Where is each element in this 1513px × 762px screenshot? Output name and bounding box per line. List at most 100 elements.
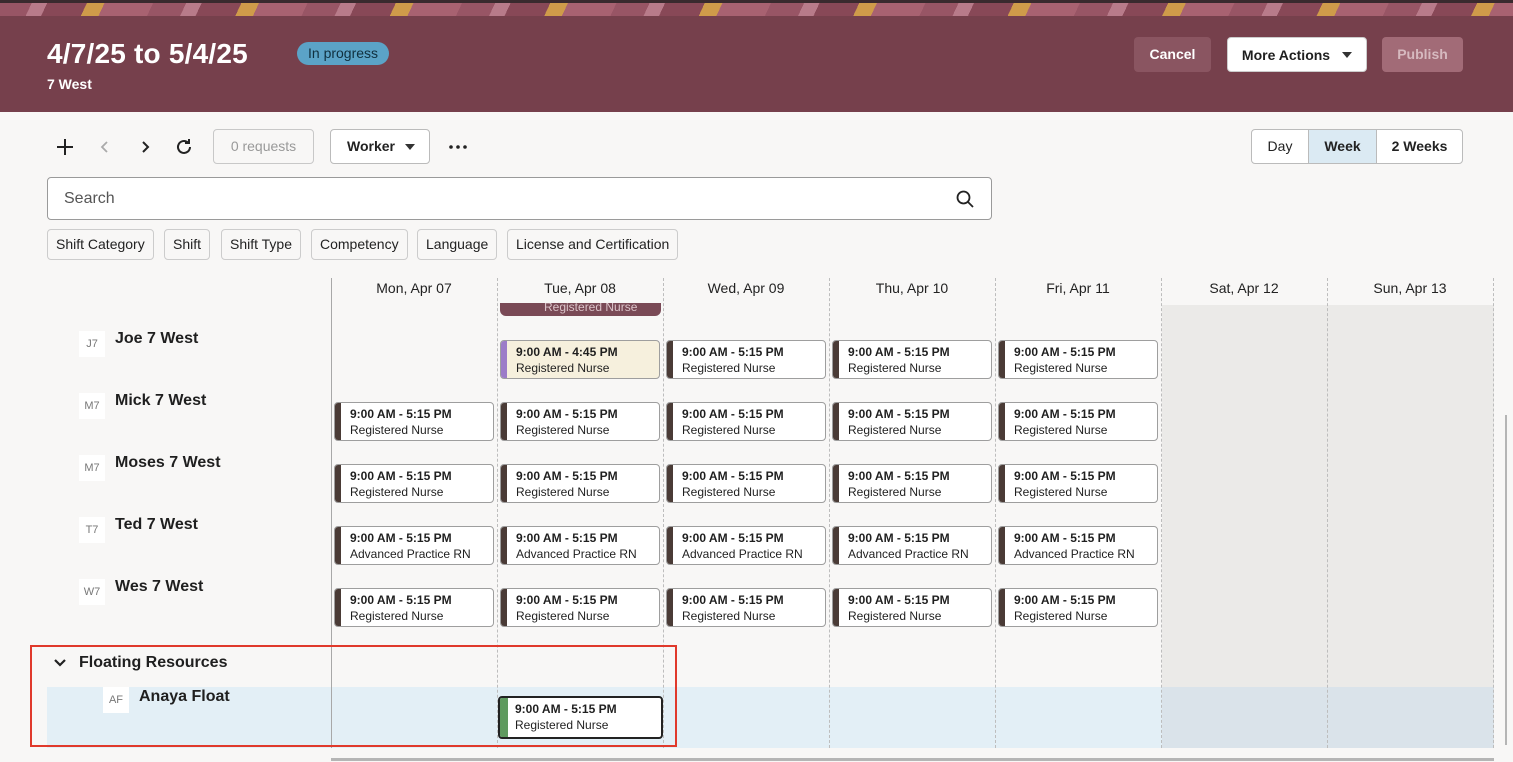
shift-role: Registered Nurse xyxy=(516,485,610,499)
caret-down-icon xyxy=(405,144,415,150)
shift-color-bar xyxy=(667,589,673,626)
worker-name[interactable]: Ted 7 West xyxy=(115,516,198,534)
shift-card[interactable]: 9:00 AM - 5:15 PM Advanced Practice RN xyxy=(500,526,660,565)
shift-card[interactable]: 9:00 AM - 5:15 PM Registered Nurse xyxy=(500,464,660,503)
shift-role: Registered Nurse xyxy=(516,609,610,623)
plus-icon[interactable] xyxy=(53,135,77,159)
shift-card[interactable]: 9:00 AM - 5:15 PM Registered Nurse xyxy=(334,588,494,627)
shift-time: 9:00 AM - 5:15 PM xyxy=(516,593,618,607)
more-horizontal-icon[interactable] xyxy=(446,135,470,159)
publish-button[interactable]: Publish xyxy=(1382,37,1463,72)
worker-name[interactable]: Moses 7 West xyxy=(115,454,221,472)
shift-role: Registered Nurse xyxy=(1014,485,1108,499)
shift-card[interactable]: 9:00 AM - 5:15 PM Registered Nurse xyxy=(500,402,660,441)
shift-card[interactable]: 9:00 AM - 5:15 PM Registered Nurse xyxy=(666,588,826,627)
avatar: J7 xyxy=(79,331,105,357)
filter-language[interactable]: Language xyxy=(417,229,498,260)
shift-time: 9:00 AM - 5:15 PM xyxy=(1014,469,1116,483)
shift-color-bar xyxy=(501,527,507,564)
shift-time: 9:00 AM - 5:15 PM xyxy=(350,407,452,421)
view-2weeks-button[interactable]: 2 Weeks xyxy=(1376,129,1463,164)
shift-card[interactable]: 9:00 AM - 4:45 PM Registered Nurse xyxy=(500,340,660,379)
shift-card[interactable]: 9:00 AM - 5:15 PM Registered Nurse xyxy=(666,402,826,441)
shift-color-bar xyxy=(335,465,341,502)
shift-card[interactable]: 9:00 AM - 5:15 PM Registered Nurse xyxy=(998,402,1158,441)
shift-card[interactable]: 9:00 AM - 5:15 PM Registered Nurse xyxy=(832,402,992,441)
shift-color-bar xyxy=(501,465,507,502)
worker-name[interactable]: Joe 7 West xyxy=(115,330,198,348)
shift-card[interactable]: 9:00 AM - 5:15 PM Advanced Practice RN xyxy=(334,526,494,565)
search-box xyxy=(47,177,992,220)
shift-time: 9:00 AM - 5:15 PM xyxy=(682,345,784,359)
day-header: Tue, Apr 08 xyxy=(544,280,616,296)
filter-shift-type[interactable]: Shift Type xyxy=(221,229,302,260)
shift-card[interactable]: 9:00 AM - 5:15 PM Registered Nurse xyxy=(832,464,992,503)
column-divider xyxy=(995,278,996,748)
chevron-left-icon[interactable] xyxy=(93,135,117,159)
filter-license-certification[interactable]: License and Certification xyxy=(507,229,679,260)
search-input[interactable] xyxy=(64,188,924,210)
page-header: 4/7/25 to 5/4/25 In progress 7 West Canc… xyxy=(0,0,1513,112)
shift-role: Registered Nurse xyxy=(848,423,942,437)
shift-card[interactable]: 9:00 AM - 5:15 PM Registered Nurse xyxy=(666,464,826,503)
search-icon[interactable] xyxy=(955,189,975,209)
view-by-select[interactable]: Worker xyxy=(330,129,430,164)
column-divider xyxy=(1161,278,1162,748)
shift-time: 9:00 AM - 5:15 PM xyxy=(1014,593,1116,607)
requests-button[interactable]: 0 requests xyxy=(213,129,314,164)
shift-card[interactable]: 9:00 AM - 5:15 PM Registered Nurse xyxy=(832,340,992,379)
refresh-icon[interactable] xyxy=(172,135,196,159)
cancel-button[interactable]: Cancel xyxy=(1134,37,1211,72)
shift-time: 9:00 AM - 5:15 PM xyxy=(682,407,784,421)
shift-card[interactable]: 9:00 AM - 5:15 PM Registered Nurse xyxy=(832,588,992,627)
shift-role: Registered Nurse xyxy=(848,609,942,623)
worker-name[interactable]: Wes 7 West xyxy=(115,578,203,596)
view-week-button[interactable]: Week xyxy=(1308,129,1377,164)
shift-time: 9:00 AM - 5:15 PM xyxy=(516,469,618,483)
filter-competency[interactable]: Competency xyxy=(311,229,408,260)
shift-card-partial[interactable]: Registered Nurse xyxy=(500,303,661,316)
shift-role: Registered Nurse xyxy=(682,361,776,375)
shift-card[interactable]: 9:00 AM - 5:15 PM Registered Nurse xyxy=(666,340,826,379)
chevron-right-icon[interactable] xyxy=(133,135,157,159)
shift-time: 9:00 AM - 5:15 PM xyxy=(848,469,950,483)
shift-card[interactable]: 9:00 AM - 5:15 PM Registered Nurse xyxy=(998,340,1158,379)
shift-card[interactable]: 9:00 AM - 5:15 PM Advanced Practice RN xyxy=(998,526,1158,565)
shift-card[interactable]: 9:00 AM - 5:15 PM Registered Nurse xyxy=(500,588,660,627)
more-actions-label: More Actions xyxy=(1241,47,1331,63)
shift-time: 9:00 AM - 5:15 PM xyxy=(848,407,950,421)
shift-time: 9:00 AM - 5:15 PM xyxy=(1014,345,1116,359)
more-actions-button[interactable]: More Actions xyxy=(1227,37,1367,72)
filter-shift-category[interactable]: Shift Category xyxy=(47,229,154,260)
day-header: Mon, Apr 07 xyxy=(376,280,452,296)
avatar: M7 xyxy=(79,455,105,481)
shift-card[interactable]: 9:00 AM - 5:15 PM Advanced Practice RN xyxy=(666,526,826,565)
shift-card[interactable]: 9:00 AM - 5:15 PM Registered Nurse xyxy=(334,464,494,503)
shift-time: 9:00 AM - 5:15 PM xyxy=(350,469,452,483)
shift-color-bar xyxy=(999,589,1005,626)
shift-color-bar xyxy=(667,403,673,440)
view-by-label: Worker xyxy=(347,138,395,154)
shift-card[interactable]: 9:00 AM - 5:15 PM Advanced Practice RN xyxy=(832,526,992,565)
shift-role: Registered Nurse xyxy=(1014,361,1108,375)
shift-role: Registered Nurse xyxy=(350,423,444,437)
filter-shift[interactable]: Shift xyxy=(164,229,211,260)
day-header: Wed, Apr 09 xyxy=(707,280,785,296)
page-title: 4/7/25 to 5/4/25 xyxy=(47,38,248,69)
shift-color-bar xyxy=(833,527,839,564)
shift-card[interactable]: 9:00 AM - 5:15 PM Registered Nurse xyxy=(998,588,1158,627)
highlight-annotation xyxy=(30,645,677,747)
shift-card[interactable]: 9:00 AM - 5:15 PM Registered Nurse xyxy=(998,464,1158,503)
shift-card[interactable]: 9:00 AM - 5:15 PM Registered Nurse xyxy=(334,402,494,441)
shift-color-bar xyxy=(999,527,1005,564)
view-day-button[interactable]: Day xyxy=(1251,129,1309,164)
shift-color-bar xyxy=(999,341,1005,378)
horizontal-scrollbar[interactable] xyxy=(331,758,1494,761)
shift-role: Advanced Practice RN xyxy=(682,547,803,561)
shift-time: 9:00 AM - 5:15 PM xyxy=(682,531,784,545)
worker-name[interactable]: Mick 7 West xyxy=(115,392,206,410)
day-header: Sun, Apr 13 xyxy=(1373,280,1447,296)
shift-role: Registered Nurse xyxy=(516,361,610,375)
shift-time: 9:00 AM - 5:15 PM xyxy=(1014,407,1116,421)
vertical-scrollbar[interactable] xyxy=(1505,415,1507,745)
